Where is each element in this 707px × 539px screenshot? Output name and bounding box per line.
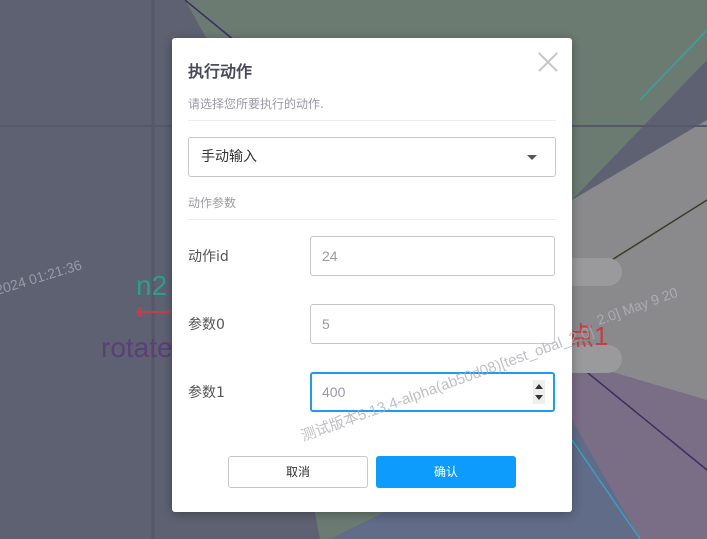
number-stepper[interactable]	[533, 380, 545, 404]
node-label-rotate: rotate	[101, 332, 173, 363]
divider	[188, 120, 556, 121]
stepper-down-icon[interactable]	[535, 395, 543, 400]
execute-action-dialog: 执行动作 请选择您所要执行的动作. 手动输入 动作参数 动作id 24 参数0 …	[172, 38, 572, 512]
chevron-down-icon	[527, 155, 537, 160]
param1-value: 400	[322, 384, 346, 400]
dialog-subtitle: 请选择您所要执行的动作.	[188, 97, 324, 111]
field-label-param1: 参数1	[188, 385, 225, 401]
arrow-icon: ⟵	[135, 296, 173, 326]
dialog-title: 执行动作	[188, 62, 253, 81]
cancel-button[interactable]: 取消	[228, 456, 368, 488]
section-title: 动作参数	[188, 196, 237, 210]
close-icon[interactable]	[538, 52, 558, 72]
field-label-param0: 参数0	[188, 317, 225, 333]
divider	[188, 219, 556, 220]
action-id-input[interactable]: 24	[310, 236, 555, 276]
action-type-value: 手动输入	[201, 149, 257, 165]
confirm-button[interactable]: 确认	[376, 456, 516, 488]
action-type-select[interactable]: 手动输入	[188, 137, 556, 177]
field-label-action-id: 动作id	[188, 249, 229, 265]
stepper-up-icon[interactable]	[535, 384, 543, 389]
param0-input[interactable]: 5	[310, 304, 555, 344]
